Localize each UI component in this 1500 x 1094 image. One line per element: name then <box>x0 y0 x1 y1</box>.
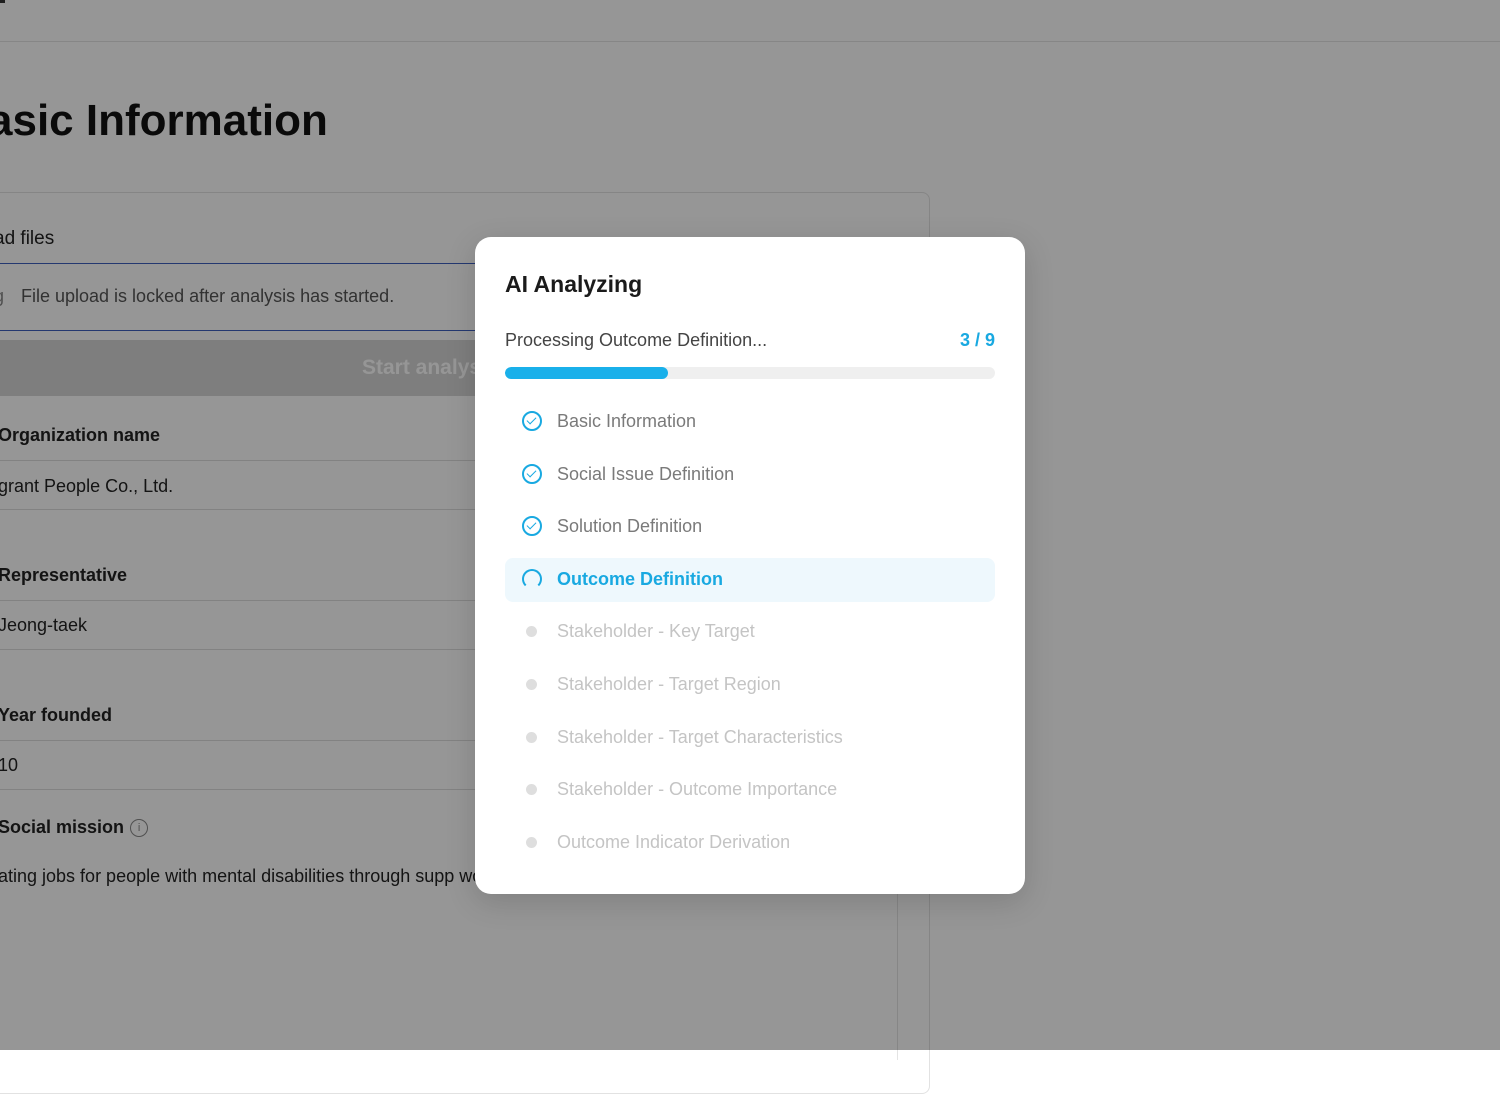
analysis-step: Solution Definition <box>505 505 995 549</box>
analysis-step: Social Issue Definition <box>505 453 995 497</box>
analysis-steps-list: Basic Information Social Issue Definition… <box>505 400 995 873</box>
dot-icon <box>522 674 542 694</box>
check-circle-icon <box>522 411 542 431</box>
check-circle-icon-shape <box>522 411 542 431</box>
analysis-step: Stakeholder - Target Region <box>505 663 995 707</box>
analysis-step: Stakeholder - Key Target <box>505 610 995 654</box>
analysis-step-label: Stakeholder - Key Target <box>557 621 755 642</box>
dot-icon-shape <box>526 731 537 743</box>
dot-icon <box>522 832 542 852</box>
processing-status-text: Processing Outcome Definition... <box>505 330 768 350</box>
analysis-step: Basic Information <box>505 400 995 444</box>
check-circle-icon-shape <box>522 463 542 484</box>
analysis-step-label: Stakeholder - Target Characteristics <box>557 726 843 747</box>
progress-bar <box>505 367 995 379</box>
analysis-step-label: Basic Information <box>557 411 697 431</box>
step-counter: 3 / 9 <box>959 330 995 350</box>
progress-bar-fill <box>505 367 669 379</box>
check-circle-icon <box>522 463 542 484</box>
modal-title: AI Analyzing <box>505 271 643 297</box>
spinner-icon-shape <box>522 568 542 589</box>
dot-icon <box>522 779 542 799</box>
dot-icon-shape <box>526 784 537 796</box>
ai-analyzing-modal: AI Analyzing Processing Outcome Definiti… <box>475 237 1025 894</box>
analysis-step: Outcome Definition <box>505 557 995 602</box>
analysis-step: Outcome Indicator Derivation <box>505 821 995 865</box>
check-circle-icon <box>522 516 542 537</box>
analysis-step: Stakeholder - Outcome Importance <box>505 768 995 812</box>
dot-icon-shape <box>526 626 537 638</box>
check-circle-icon-shape <box>522 516 542 537</box>
dot-icon-shape <box>526 678 537 690</box>
analysis-step: Stakeholder - Target Characteristics <box>505 716 995 760</box>
analysis-step-label: Stakeholder - Target Region <box>557 673 781 694</box>
analysis-step-label: Social Issue Definition <box>557 463 735 484</box>
dot-icon <box>522 727 542 747</box>
analysis-step-label: Solution Definition <box>557 516 703 537</box>
analysis-step-label: Outcome Definition <box>557 568 723 589</box>
dot-icon <box>522 621 542 641</box>
analysis-step-label: Stakeholder - Outcome Importance <box>557 779 838 800</box>
dot-icon-shape <box>526 836 537 848</box>
spinner-icon <box>522 568 542 589</box>
analysis-step-label: Outcome Indicator Derivation <box>557 831 791 852</box>
